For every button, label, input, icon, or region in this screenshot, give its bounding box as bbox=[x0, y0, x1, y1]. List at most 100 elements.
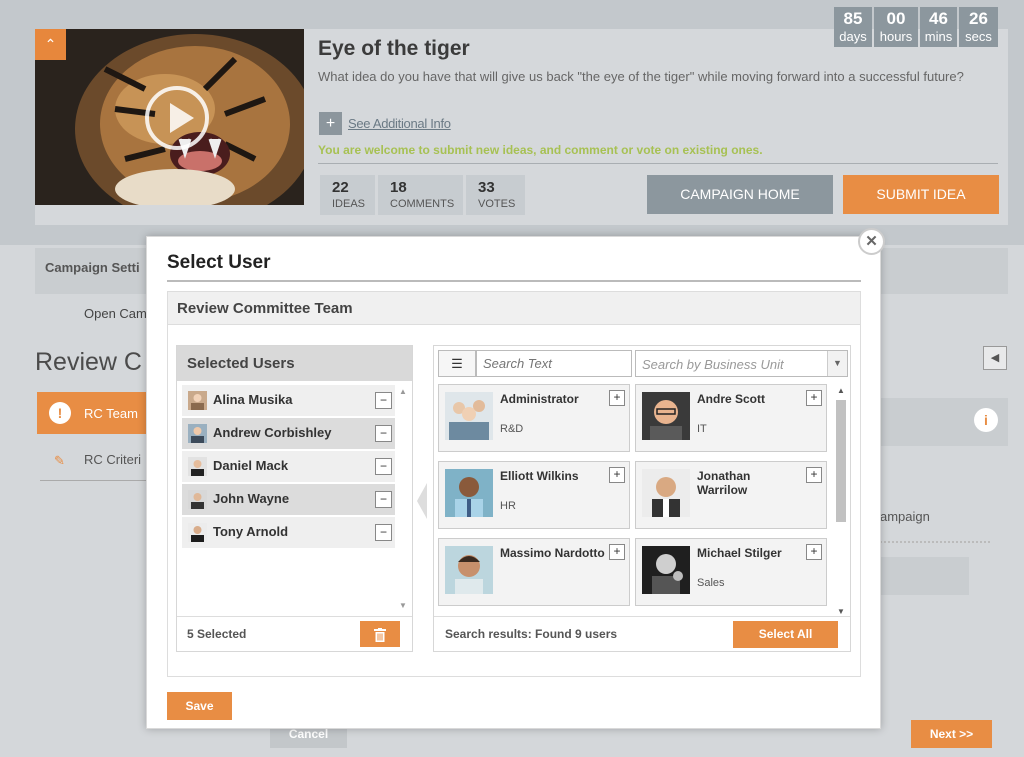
chevron-left-icon[interactable]: ◀ bbox=[983, 346, 1007, 370]
user-card-dept: HR bbox=[500, 500, 516, 512]
countdown-value: 46 bbox=[929, 9, 948, 28]
stat-value: 18 bbox=[390, 179, 407, 196]
scroll-thumb[interactable] bbox=[836, 400, 846, 522]
user-card-dept: IT bbox=[697, 423, 707, 435]
next-button[interactable]: Next >> bbox=[911, 720, 992, 748]
stat-ideas[interactable]: 22 IDEAS bbox=[320, 175, 375, 215]
play-icon[interactable] bbox=[145, 86, 209, 150]
campaign-title: Eye of the tiger bbox=[318, 37, 470, 60]
countdown-mins: 46 mins bbox=[920, 7, 957, 47]
scroll-up-icon[interactable]: ▲ bbox=[399, 387, 407, 396]
info-icon[interactable]: i bbox=[974, 408, 998, 432]
open-campaign-tab[interactable]: Open Cam bbox=[84, 306, 147, 321]
stat-value: 33 bbox=[478, 179, 495, 196]
avatar bbox=[188, 424, 207, 443]
team-heading: Review Committee Team bbox=[168, 292, 860, 325]
rc-team-label: RC Team bbox=[84, 406, 138, 421]
selected-user-name: Alina Musika bbox=[213, 392, 293, 407]
chevron-up-icon[interactable]: ⌃ bbox=[35, 29, 66, 60]
user-card-name: Andre Scott bbox=[697, 392, 766, 406]
stat-label: COMMENTS bbox=[390, 198, 455, 210]
countdown-value: 85 bbox=[843, 9, 863, 28]
scroll-up-icon[interactable]: ▲ bbox=[837, 386, 845, 395]
add-icon[interactable]: + bbox=[806, 544, 822, 560]
user-card[interactable]: Jonathan Warrilow + bbox=[635, 461, 827, 529]
selected-user-row[interactable]: Tony Arnold − bbox=[182, 517, 395, 548]
select-user-modal: Select User Review Committee Team Select… bbox=[146, 236, 881, 729]
user-card[interactable]: Andre Scott IT + bbox=[635, 384, 827, 452]
select-all-button[interactable]: Select All bbox=[733, 621, 838, 648]
search-footer: Search results: Found 9 users Select All bbox=[434, 616, 850, 651]
submit-idea-button[interactable]: SUBMIT IDEA bbox=[843, 175, 999, 214]
pencil-icon: ✎ bbox=[54, 453, 65, 468]
remove-icon[interactable]: − bbox=[375, 425, 392, 442]
user-card[interactable]: Administrator R&D + bbox=[438, 384, 630, 452]
results-scrollbar[interactable]: ▲ ▼ bbox=[834, 384, 848, 616]
avatar bbox=[445, 392, 493, 440]
add-icon[interactable]: + bbox=[806, 390, 822, 406]
avatar bbox=[642, 546, 690, 594]
remove-icon[interactable]: − bbox=[375, 458, 392, 475]
stat-comments[interactable]: 18 COMMENTS bbox=[378, 175, 463, 215]
countdown-secs: 26 secs bbox=[959, 7, 998, 47]
add-icon[interactable]: + bbox=[609, 467, 625, 483]
countdown-unit: secs bbox=[965, 29, 992, 44]
stat-label: IDEAS bbox=[332, 198, 366, 210]
stat-votes[interactable]: 33 VOTES bbox=[466, 175, 525, 215]
stat-value: 22 bbox=[332, 179, 349, 196]
add-icon[interactable]: + bbox=[806, 467, 822, 483]
scroll-down-icon[interactable]: ▼ bbox=[399, 601, 407, 610]
save-button[interactable]: Save bbox=[167, 692, 232, 720]
rc-team-tab[interactable]: ! RC Team bbox=[37, 392, 157, 434]
user-card[interactable]: Massimo Nardotto + bbox=[438, 538, 630, 606]
countdown-unit: hours bbox=[879, 29, 913, 44]
avatar bbox=[188, 391, 207, 410]
user-card[interactable]: Elliott Wilkins HR + bbox=[438, 461, 630, 529]
avatar bbox=[642, 392, 690, 440]
rc-criteria-label: RC Criteri bbox=[84, 452, 142, 467]
divider bbox=[318, 163, 998, 164]
avatar bbox=[445, 546, 493, 594]
chevron-left-icon bbox=[417, 483, 427, 519]
avatar bbox=[445, 469, 493, 517]
add-icon[interactable]: + bbox=[609, 390, 625, 406]
search-input[interactable] bbox=[476, 350, 632, 377]
rc-criteria-tab[interactable]: ✎ RC Criteri bbox=[40, 445, 150, 481]
user-card-dept: Sales bbox=[697, 577, 725, 589]
scroll-down-icon[interactable]: ▼ bbox=[837, 607, 845, 616]
additional-info-link[interactable]: See Additional Info bbox=[348, 116, 451, 131]
selected-user-name: Andrew Corbishley bbox=[213, 425, 332, 440]
selected-user-row[interactable]: Daniel Mack − bbox=[182, 451, 395, 482]
selected-user-name: Tony Arnold bbox=[213, 524, 289, 539]
selected-user-name: Daniel Mack bbox=[213, 458, 289, 473]
user-card[interactable]: Michael Stilger Sales + bbox=[635, 538, 827, 606]
campaign-description: What idea do you have that will give us … bbox=[318, 69, 964, 84]
selected-users-panel: Selected Users Alina Musika − Andrew Cor… bbox=[176, 345, 413, 652]
user-card-name: Jonathan Warrilow bbox=[697, 469, 751, 497]
business-unit-select[interactable]: Search by Business Unit ▼ bbox=[635, 350, 848, 377]
results-count: Search results: Found 9 users bbox=[445, 627, 618, 641]
selected-users-list: Alina Musika − Andrew Corbishley − Danie… bbox=[182, 385, 395, 550]
remove-icon[interactable]: − bbox=[375, 491, 392, 508]
selected-user-row[interactable]: Andrew Corbishley − bbox=[182, 418, 395, 449]
close-icon[interactable]: ✕ bbox=[858, 228, 885, 255]
list-view-icon[interactable]: ☰ bbox=[438, 350, 476, 377]
remove-icon[interactable]: − bbox=[375, 392, 392, 409]
dotted-divider bbox=[880, 541, 990, 543]
countdown-unit: mins bbox=[924, 29, 953, 44]
add-icon[interactable]: + bbox=[609, 544, 625, 560]
campaign-home-button[interactable]: CAMPAIGN HOME bbox=[647, 175, 833, 214]
business-unit-placeholder: Search by Business Unit bbox=[642, 357, 784, 372]
stat-label: VOTES bbox=[478, 198, 516, 210]
user-card-name: Administrator bbox=[500, 392, 579, 406]
selected-user-row[interactable]: Alina Musika − bbox=[182, 385, 395, 416]
review-heading: Review C bbox=[35, 348, 142, 376]
plus-icon[interactable]: + bbox=[319, 112, 342, 135]
trash-icon[interactable] bbox=[360, 621, 400, 647]
selected-scrollbar[interactable]: ▲ ▼ bbox=[396, 385, 410, 610]
remove-icon[interactable]: − bbox=[375, 524, 392, 541]
selected-user-name: John Wayne bbox=[213, 491, 290, 506]
countdown-unit: days bbox=[839, 29, 867, 44]
selected-user-row[interactable]: John Wayne − bbox=[182, 484, 395, 515]
chevron-down-icon[interactable]: ▼ bbox=[827, 351, 847, 376]
